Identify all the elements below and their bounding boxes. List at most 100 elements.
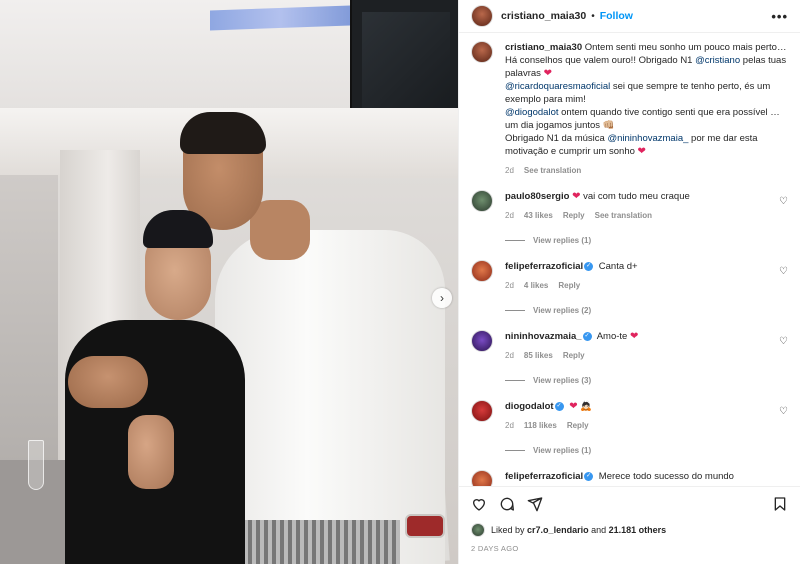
verified-badge-icon: ✓ [554,401,564,411]
heart-emoji-icon: ❤ [572,191,581,202]
more-options-icon[interactable]: ••• [771,9,788,24]
share-icon[interactable] [527,496,543,512]
comment-likes[interactable]: 43 likes [524,211,553,220]
comment-likes[interactable]: 85 likes [524,351,553,360]
see-translation-link[interactable]: See translation [524,166,581,175]
bookmark-icon[interactable] [772,496,788,512]
liked-by-prefix: Liked by [491,525,525,535]
commenter-avatar[interactable] [471,260,493,282]
mention-link[interactable]: @diogodalot [505,107,559,118]
verified-badge-icon: ✓ [582,331,592,341]
commenter-username[interactable]: felipeferrazoficial [505,261,583,272]
photo-man-pants [240,520,400,564]
comment-age: 2d [505,211,514,220]
author-avatar[interactable] [471,41,493,63]
instagram-post-view: › cristiano_maia30 • Follow ••• cristian… [0,0,800,564]
comment-age: 2d [505,421,514,430]
view-replies-button[interactable]: View replies (1) [505,236,788,245]
comment-meta: 2d 118 likes Reply [505,421,788,430]
photo-man-hand [68,356,148,408]
post-footer: Liked by cr7.o_lendario and 21.181 other… [459,486,800,564]
commenter-avatar[interactable] [471,190,493,212]
comment-body: nininhovazmaia_ ✓ Amo-te ❤ 2d 85 likes Re… [505,330,788,360]
commenter-username[interactable]: diogodalot [505,401,554,412]
comment-meta: 2d 4 likes Reply [505,281,788,290]
view-replies-button[interactable]: View replies (3) [505,376,788,385]
photo-man-hair [180,112,266,154]
post-time-ago[interactable]: 2 DAYS AGO [471,544,788,553]
comment-thread: diogodalot ✓ ❤ 🙇🏻 2d 118 likes Reply ♡ Vi… [471,400,788,455]
reply-button[interactable]: Reply [563,211,585,220]
comment-thread: nininhovazmaia_ ✓ Amo-te ❤ 2d 85 likes Re… [471,330,788,385]
commenter-username[interactable]: paulo80sergio [505,191,569,202]
reply-button[interactable]: Reply [563,351,585,360]
photo-man-watch [405,514,445,538]
view-replies-label: View replies (2) [533,306,592,315]
comment-item: felipeferrazoficial ✓ Canta d+ 2d 4 likes… [471,260,788,290]
heart-emoji-icon: ❤ [543,68,552,79]
reply-button[interactable]: Reply [567,421,589,430]
comment-thread: felipeferrazoficial ✓ Canta d+ 2d 4 likes… [471,260,788,315]
next-photo-button[interactable]: › [432,288,452,308]
liked-by-user[interactable]: cr7.o_lendario [527,525,589,535]
heart-outline-icon[interactable]: ♡ [779,266,788,277]
see-translation-link[interactable]: See translation [595,211,652,220]
comment-icon[interactable] [499,496,515,512]
heart-emoji-icon: ❤ [569,401,578,412]
comment-age: 2d [505,281,514,290]
caption-username[interactable]: cristiano_maia30 [505,42,582,53]
caption-text: cristiano_maia30 Ontem senti meu sonho u… [505,41,788,158]
comment-thread: felipeferrazoficial ✓ Merece todo sucesso… [471,470,788,486]
commenter-avatar[interactable] [471,330,493,352]
comment-text: diogodalot ✓ ❤ 🙇🏻 [505,400,788,413]
action-bar [471,493,788,515]
commenter-avatar[interactable] [471,470,493,486]
heart-icon[interactable] [471,496,487,512]
heart-outline-icon[interactable]: ♡ [779,196,788,207]
reply-button[interactable]: Reply [558,281,580,290]
liker-avatar[interactable] [471,523,485,537]
comment-body: felipeferrazoficial ✓ Merece todo sucesso… [505,470,788,486]
verified-badge-icon: ✓ [584,261,594,271]
caption-age: 2d [505,166,514,175]
caption-line: Há conselhos que valem ouro!! Obrigado N… [505,55,693,66]
comment-likes[interactable]: 118 likes [524,421,557,430]
caption-line: Obrigado N1 da música [505,133,605,144]
mention-link[interactable]: @nininhovazmaia_ [607,133,688,144]
mention-link[interactable]: @ricardoquaresmaoficial [505,81,610,92]
follow-button[interactable]: Follow [600,10,633,22]
caption-body: cristiano_maia30 Ontem senti meu sonho u… [505,41,788,175]
heart-outline-icon[interactable]: ♡ [779,406,788,417]
author-username[interactable]: cristiano_maia30 [501,10,586,22]
caption-meta: 2d See translation [505,166,788,175]
view-replies-button[interactable]: View replies (2) [505,306,788,315]
comment-body: diogodalot ✓ ❤ 🙇🏻 2d 118 likes Reply [505,400,788,430]
comment-likes[interactable]: 4 likes [524,281,548,290]
liked-by-count[interactable]: 21.181 others [609,525,667,535]
view-replies-label: View replies (3) [533,376,592,385]
comment-item: nininhovazmaia_ ✓ Amo-te ❤ 2d 85 likes Re… [471,330,788,360]
mention-link[interactable]: @cristiano [695,55,740,66]
comments-list[interactable]: cristiano_maia30 Ontem senti meu sonho u… [459,33,800,486]
photo-boy-thumbs-up [128,415,174,489]
post-photo: › [0,0,458,564]
replies-divider [505,380,525,381]
liked-by-row: Liked by cr7.o_lendario and 21.181 other… [471,523,788,537]
heart-emoji-icon: ❤ [637,146,646,157]
comment-text: nininhovazmaia_ ✓ Amo-te ❤ [505,330,788,343]
author-avatar[interactable] [471,5,493,27]
comment-text: felipeferrazoficial ✓ Canta d+ [505,260,788,273]
view-replies-button[interactable]: View replies (1) [505,446,788,455]
caption-line: Ontem senti meu sonho um pouco mais pert… [584,42,787,53]
comment-text: felipeferrazoficial ✓ Merece todo sucesso… [505,470,788,483]
comment-item: paulo80sergio ❤ vai com tudo meu craque … [471,190,788,220]
caption-comment: cristiano_maia30 Ontem senti meu sonho u… [471,41,788,175]
comment-meta: 2d 43 likes Reply See translation [505,211,788,220]
comment-message: Merece todo sucesso do mundo [598,471,734,482]
heart-outline-icon[interactable]: ♡ [779,336,788,347]
commenter-username[interactable]: felipeferrazoficial [505,471,583,482]
photo-man-neck [250,200,310,260]
commenter-username[interactable]: nininhovazmaia_ [505,331,582,342]
commenter-avatar[interactable] [471,400,493,422]
photo-glass [28,440,44,490]
